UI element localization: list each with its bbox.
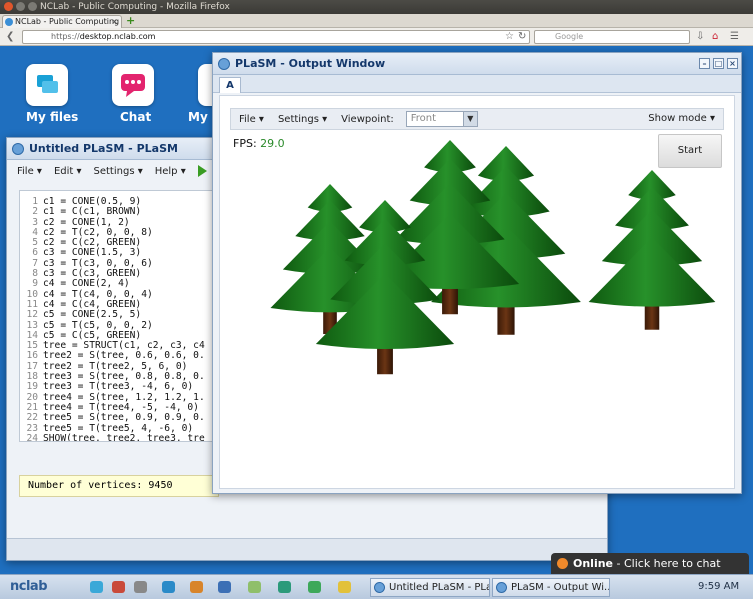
url-scheme: https:// — [51, 32, 80, 41]
chevron-down-icon: ▼ — [462, 112, 477, 126]
bookmarks-icon[interactable]: ☰ — [730, 31, 739, 42]
close-window-button[interactable] — [4, 2, 13, 11]
plasm-app-icon — [374, 582, 385, 593]
os-title-bar: NCLab - Public Computing - Mozilla Firef… — [0, 0, 753, 14]
chat-status-icon — [557, 558, 568, 569]
url-bar[interactable]: https://desktop.nclab.com — [22, 30, 530, 44]
window-title: NCLab - Public Computing - Mozilla Firef… — [40, 2, 230, 12]
url-host: desktop.nclab.com — [79, 32, 156, 41]
my-files-label[interactable]: My files — [26, 110, 78, 124]
files-app-icon[interactable] — [90, 581, 103, 593]
close-tab-icon[interactable]: × — [111, 16, 118, 28]
editor-title: Untitled PLaSM - PLaSM — [29, 142, 178, 155]
output-console: Number of vertices: 9450 — [19, 475, 219, 497]
home-icon[interactable]: ⌂ — [712, 31, 718, 42]
chat-label[interactable]: Chat — [120, 110, 151, 124]
cone-tree — [588, 170, 716, 330]
maximize-window-button[interactable] — [28, 2, 37, 11]
karel-app-icon[interactable] — [308, 581, 321, 593]
code-text: SHOW(tree, tree2, tree3, tre — [43, 432, 205, 442]
code-line: 24 SHOW(tree, tree2, tree3, tre — [24, 432, 218, 442]
my-files-icon[interactable] — [26, 64, 68, 106]
new-tab-button[interactable]: + — [126, 15, 138, 26]
browser-tab-title: NCLab - Public Computing — [15, 17, 120, 26]
bookmark-star-icon[interactable]: ☆ — [505, 31, 514, 42]
show-mode-menu[interactable]: Show mode ▾ — [648, 113, 715, 124]
search-placeholder: Google — [555, 32, 584, 41]
viewpoint-select[interactable]: Front ▼ — [405, 111, 478, 127]
minimize-window-button[interactable] — [16, 2, 25, 11]
window-controls — [4, 2, 37, 11]
search-box[interactable]: Google — [534, 30, 690, 44]
output-tab-row: A — [213, 75, 741, 93]
viewer-menu-settings-label: Settings — [277, 113, 319, 125]
plasm-app-icon — [12, 143, 24, 155]
menu-settings-label: Settings — [93, 165, 135, 177]
viewpoint-value: Front — [410, 113, 437, 124]
doc-app-icon[interactable] — [162, 581, 175, 593]
browser-tab[interactable]: NCLab - Public Computing × — [2, 15, 122, 28]
tree-forest — [270, 140, 716, 375]
menu-help[interactable]: Help ▾ — [155, 166, 186, 177]
image-app-icon[interactable] — [248, 581, 261, 593]
output-title: PLaSM - Output Window — [235, 57, 386, 70]
viewer-menu-file-label: File — [239, 113, 256, 125]
print-app-icon[interactable] — [134, 581, 147, 593]
plasm-app-icon — [218, 58, 230, 70]
task-plasm-editor[interactable]: Untitled PLaSM - PLaSM — [370, 578, 490, 597]
other-app-icon[interactable] — [338, 581, 351, 593]
back-icon[interactable]: ❮ — [6, 31, 14, 42]
code-editor[interactable]: 1 c1 = CONE(0.5, 9) 2 c1 = C(c1, BROWN) 3 c2 … — [19, 190, 219, 442]
plasm-3d-scene[interactable] — [230, 138, 730, 478]
line-number: 24 — [26, 432, 38, 442]
line-number: 22 — [26, 412, 38, 424]
clock: 9:59 AM — [698, 581, 740, 592]
viewer-toolbar: File ▾ Settings ▾ Viewpoint: Front ▼ Sho… — [230, 108, 724, 130]
tab-a[interactable]: A — [219, 77, 241, 93]
task-plasm-editor-label: Untitled PLaSM - PLaSM — [389, 582, 489, 593]
show-mode-label: Show mode — [648, 113, 707, 124]
editor-status-bar — [7, 538, 607, 560]
tree-cone — [588, 237, 716, 307]
chat-bar[interactable]: Online - Click here to chat — [551, 553, 749, 574]
menu-edit-label: Edit — [53, 165, 74, 177]
reload-icon[interactable]: ↻ — [518, 31, 526, 42]
task-plasm-output[interactable]: PLaSM - Output Wi... — [492, 578, 610, 597]
plasm-app-icon — [496, 582, 507, 593]
menu-file[interactable]: File ▾ — [17, 166, 42, 177]
navigation-bar: ❮ https://desktop.nclab.com ☆ ↻ Google ⇩… — [0, 28, 753, 46]
favicon-icon — [5, 18, 13, 26]
menu-help-label: Help — [154, 165, 178, 177]
task-plasm-output-label: PLaSM - Output Wi... — [511, 582, 610, 593]
chat-status: Online — [573, 557, 614, 570]
download-icon[interactable]: ⇩ — [696, 31, 704, 42]
chat-prompt: - Click here to chat — [613, 557, 721, 570]
viewer-menu-file[interactable]: File ▾ — [239, 114, 264, 125]
viewer-menu-settings[interactable]: Settings ▾ — [278, 114, 327, 125]
output-text: Number of vertices: 9450 — [28, 480, 173, 491]
nclab-logo[interactable]: nclab — [10, 579, 48, 594]
maximize-icon[interactable]: □ — [713, 58, 724, 69]
shape-app-icon[interactable] — [218, 581, 231, 593]
run-icon[interactable] — [197, 165, 207, 177]
turtle-app-icon[interactable] — [278, 581, 291, 593]
menu-file-label: File — [17, 165, 34, 177]
edit-app-icon[interactable] — [112, 581, 125, 593]
browser-tab-strip: NCLab - Public Computing × + — [0, 14, 753, 28]
chat-icon[interactable] — [112, 64, 154, 106]
viewpoint-label: Viewpoint: — [341, 113, 394, 125]
menu-edit[interactable]: Edit ▾ — [54, 166, 82, 177]
close-icon[interactable]: × — [727, 58, 738, 69]
menu-settings[interactable]: Settings ▾ — [94, 166, 143, 177]
taskbar: nclab Untitled PLaSM - PLaSM PLaSM - Out… — [0, 574, 753, 599]
minimize-icon[interactable]: – — [699, 58, 710, 69]
chart-app-icon[interactable] — [190, 581, 203, 593]
output-title-bar[interactable]: PLaSM - Output Window – □ × — [213, 53, 741, 75]
